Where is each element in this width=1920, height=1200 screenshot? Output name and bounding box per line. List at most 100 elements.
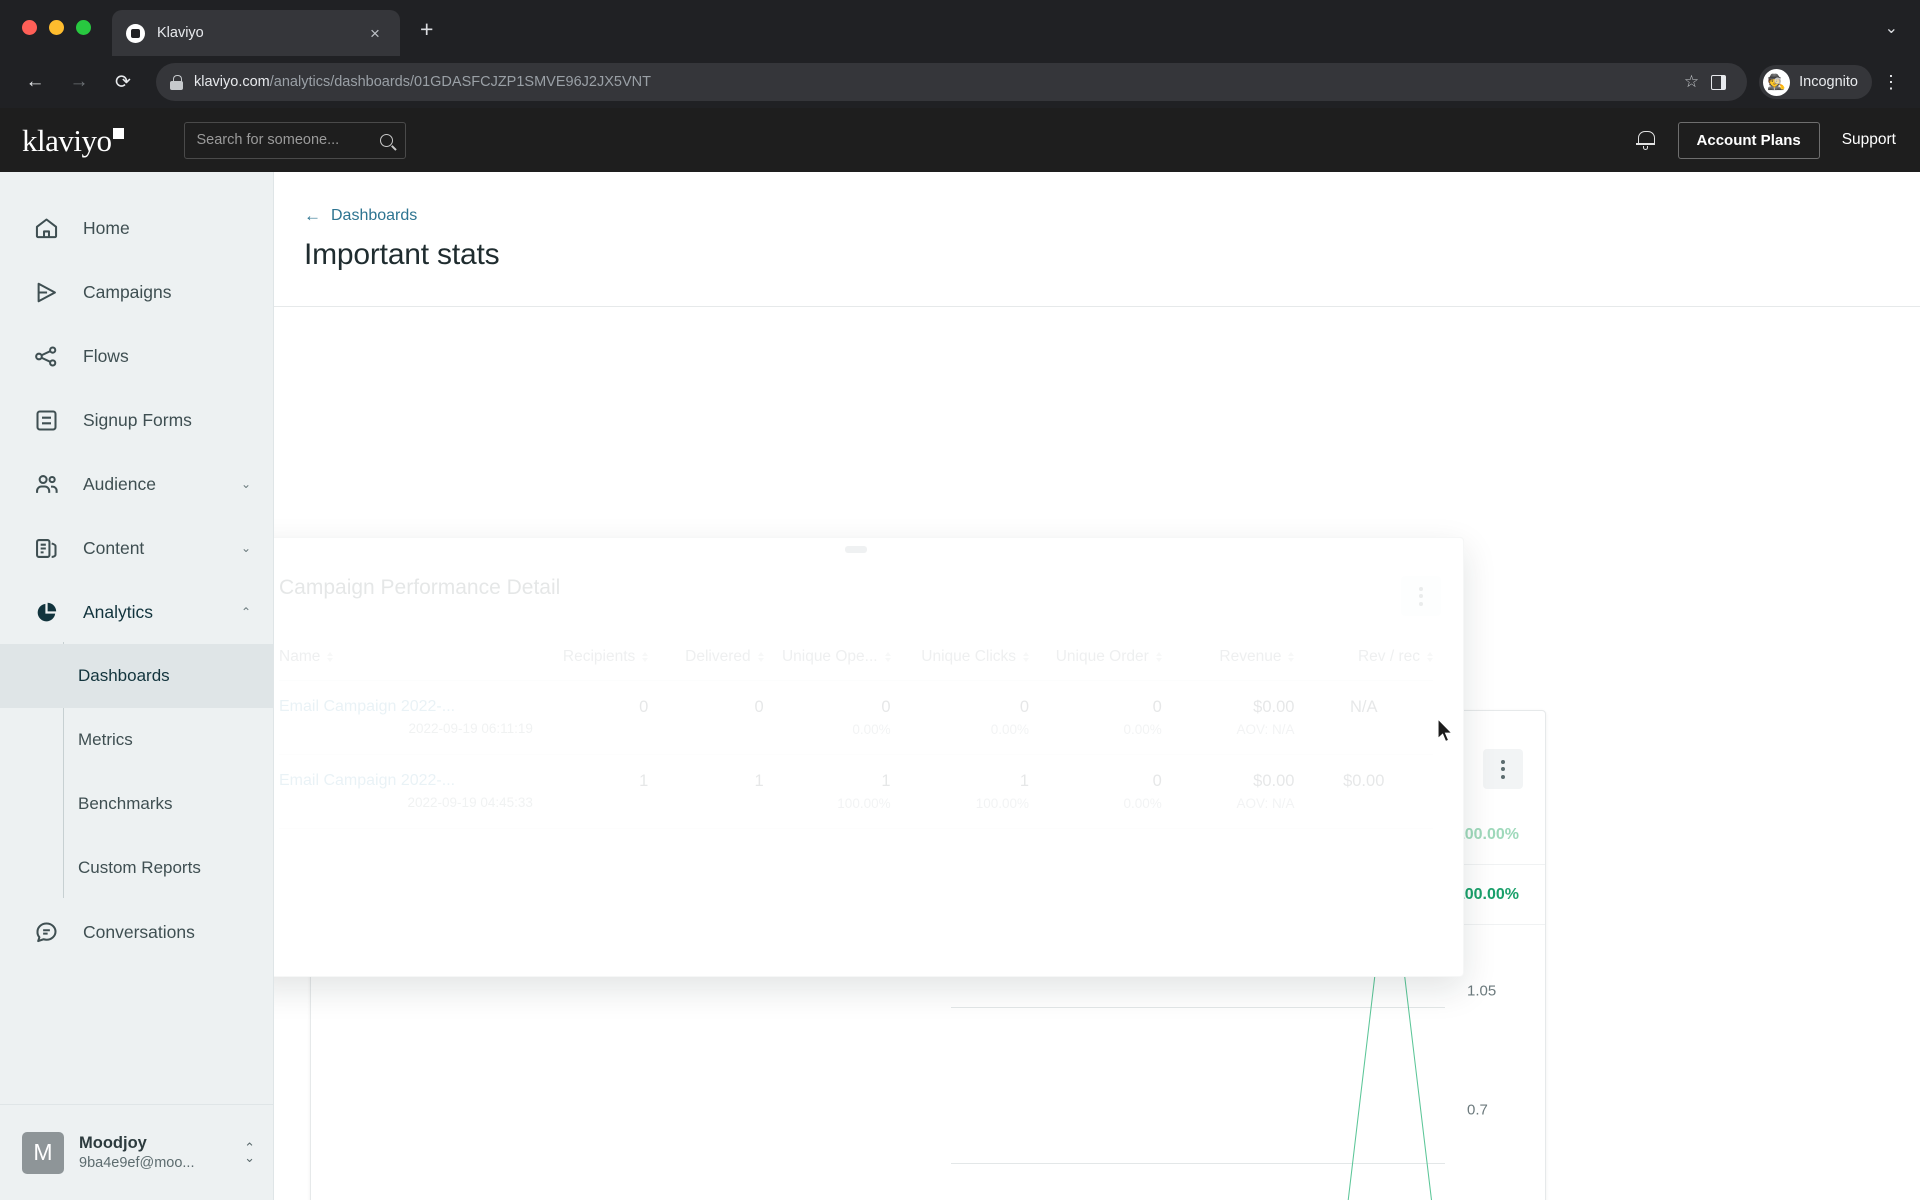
campaign-date: 2022-09-19 04:45:33 xyxy=(407,795,533,810)
lock-icon xyxy=(170,74,183,90)
sidebar-item-campaigns[interactable]: Campaigns xyxy=(0,260,273,324)
sidebar-item-conversations[interactable]: Conversations xyxy=(0,900,273,964)
column-label: Unique Order xyxy=(1055,648,1149,665)
chevron-up-icon[interactable]: ⌃ xyxy=(241,605,251,619)
breadcrumb[interactable]: ← Dashboards xyxy=(304,206,1920,226)
reload-button[interactable]: ⟳ xyxy=(104,63,142,101)
value: 0 xyxy=(754,698,764,716)
sidebar-subitem-label: Custom Reports xyxy=(78,858,201,877)
chevron-down-icon[interactable]: ⌄ xyxy=(241,541,251,555)
sidebar-item-audience[interactable]: Audience ⌄ xyxy=(0,452,273,516)
column-header-recipients[interactable]: Recipients xyxy=(532,622,649,681)
y-axis-tick: 1.05 xyxy=(1467,982,1497,1000)
sidebar-item-analytics[interactable]: Analytics ⌃ xyxy=(0,580,273,644)
tab-title: Klaviyo xyxy=(157,25,204,41)
card-menu-button[interactable] xyxy=(1401,576,1441,616)
close-window-button[interactable] xyxy=(22,20,37,35)
cell-unique-opens: 0 0.00% xyxy=(763,680,891,755)
support-link[interactable]: Support xyxy=(1842,131,1896,149)
column-header-unique-clicks[interactable]: Unique Clicks xyxy=(890,622,1030,681)
window-traffic-lights[interactable] xyxy=(22,20,91,35)
sort-icon[interactable] xyxy=(1155,651,1162,662)
column-header-revenue[interactable]: Revenue xyxy=(1161,622,1295,681)
browser-tab[interactable]: Klaviyo × xyxy=(112,10,400,56)
browser-chrome: Klaviyo × + ⌄ ← → ⟳ klaviyo.com/analytic… xyxy=(0,0,1920,108)
address-bar[interactable]: klaviyo.com/analytics/dashboards/01GDASF… xyxy=(156,63,1748,101)
sort-icon[interactable] xyxy=(327,651,334,662)
kebab-dot xyxy=(1419,594,1423,598)
avatar: M xyxy=(22,1131,64,1174)
search-input[interactable] xyxy=(196,132,380,148)
forward-button[interactable]: → xyxy=(60,63,98,101)
back-button[interactable]: ← xyxy=(16,63,54,101)
cell-unique-order: 0 0.00% xyxy=(1029,680,1162,755)
campaign-table-wrapper: Name Recipients Delivered Unique Ope... … xyxy=(274,622,1463,829)
sort-icon[interactable] xyxy=(1288,651,1295,662)
column-header-delivered[interactable]: Delivered xyxy=(648,622,764,681)
incognito-profile-button[interactable]: 🕵 Incognito xyxy=(1759,65,1872,99)
close-tab-icon[interactable]: × xyxy=(364,25,386,42)
column-header-unique-order[interactable]: Unique Order xyxy=(1029,622,1162,681)
maximize-window-button[interactable] xyxy=(76,20,91,35)
notifications-bell-icon[interactable] xyxy=(1635,129,1656,151)
address-bar-url: klaviyo.com/analytics/dashboards/01GDASF… xyxy=(194,74,651,90)
sidebar-item-signup-forms[interactable]: Signup Forms xyxy=(0,388,273,452)
sidebar-item-metrics[interactable]: Metrics xyxy=(0,708,273,772)
value: 0 xyxy=(881,698,891,716)
new-tab-button[interactable]: + xyxy=(420,18,433,41)
address-bar-actions: ☆ xyxy=(1684,67,1733,97)
campaign-performance-detail-card[interactable]: Campaign Performance Detail Name Recipie… xyxy=(274,537,1464,977)
sidebar-item-custom-reports[interactable]: Custom Reports xyxy=(0,836,273,900)
cell-rev-per-rec: $0.00 xyxy=(1294,754,1433,829)
minimize-window-button[interactable] xyxy=(49,20,64,35)
cell-recipients: 1 xyxy=(532,754,649,829)
sidebar-item-dashboards[interactable]: Dashboards xyxy=(0,644,273,708)
value-pct: 0.00% xyxy=(852,722,891,737)
chevron-down-icon[interactable]: ⌄ xyxy=(241,477,251,491)
sort-icon[interactable] xyxy=(884,651,891,662)
card-menu-button[interactable] xyxy=(1483,749,1523,789)
sidebar-item-benchmarks[interactable]: Benchmarks xyxy=(0,772,273,836)
search-box[interactable] xyxy=(183,121,406,159)
user-name: Moodjoy xyxy=(79,1134,147,1152)
cell-unique-clicks: 1 100.00% xyxy=(890,754,1030,829)
kebab-dot xyxy=(1419,586,1423,591)
sidebar-item-label: Analytics xyxy=(83,601,154,622)
klaviyo-logo[interactable]: klaviyo xyxy=(22,125,124,156)
user-account-switcher[interactable]: M Moodjoy 9ba4e9ef@moo... ⌃ ⌄ xyxy=(0,1104,273,1200)
send-icon xyxy=(33,279,60,306)
sort-icon[interactable] xyxy=(1023,651,1030,662)
sidebar-item-content[interactable]: Content ⌄ xyxy=(0,516,273,580)
column-header-name[interactable]: Name xyxy=(279,622,533,681)
table-row[interactable]: Email Campaign 2022-... 2022-09-19 06:11… xyxy=(279,680,1433,755)
sort-icon[interactable] xyxy=(757,651,764,662)
account-plans-button[interactable]: Account Plans xyxy=(1677,121,1820,159)
sidebar-item-home[interactable]: Home xyxy=(0,196,273,260)
cell-unique-opens: 1 100.00% xyxy=(763,754,891,829)
incognito-avatar-icon: 🕵 xyxy=(1763,68,1791,96)
cell-unique-clicks: 0 0.00% xyxy=(890,680,1030,755)
campaign-link[interactable]: Email Campaign 2022-... xyxy=(279,698,533,716)
cell-recipients: 0 xyxy=(532,680,649,755)
column-header-rev-per-rec[interactable]: Rev / rec xyxy=(1294,622,1433,681)
sidebar-subitem-label: Benchmarks xyxy=(78,794,173,813)
sort-icon[interactable] xyxy=(642,651,649,662)
kebab-dot xyxy=(1501,759,1505,764)
account-switch-icon[interactable]: ⌃ ⌄ xyxy=(244,1141,255,1164)
sidebar-item-label: Audience xyxy=(83,473,156,494)
value: 0 xyxy=(1019,698,1030,716)
chat-icon xyxy=(33,919,60,946)
chevron-down-icon[interactable]: ⌄ xyxy=(1885,18,1898,38)
browser-menu-icon[interactable]: ⋮ xyxy=(1878,73,1904,91)
sidebar-item-label: Flows xyxy=(83,345,129,366)
sidebar-item-flows[interactable]: Flows xyxy=(0,324,273,388)
column-header-unique-opens[interactable]: Unique Ope... xyxy=(763,622,891,681)
bookmark-star-icon[interactable]: ☆ xyxy=(1684,72,1699,92)
side-panel-icon[interactable] xyxy=(1703,67,1733,97)
campaign-date: 2022-09-19 06:11:19 xyxy=(408,721,533,736)
column-label: Recipients xyxy=(562,648,636,665)
campaign-link[interactable]: Email Campaign 2022-... xyxy=(279,772,533,790)
sort-icon[interactable] xyxy=(1427,651,1433,662)
search-icon[interactable] xyxy=(379,133,393,147)
table-row[interactable]: Email Campaign 2022-... 2022-09-19 04:45… xyxy=(279,754,1433,829)
